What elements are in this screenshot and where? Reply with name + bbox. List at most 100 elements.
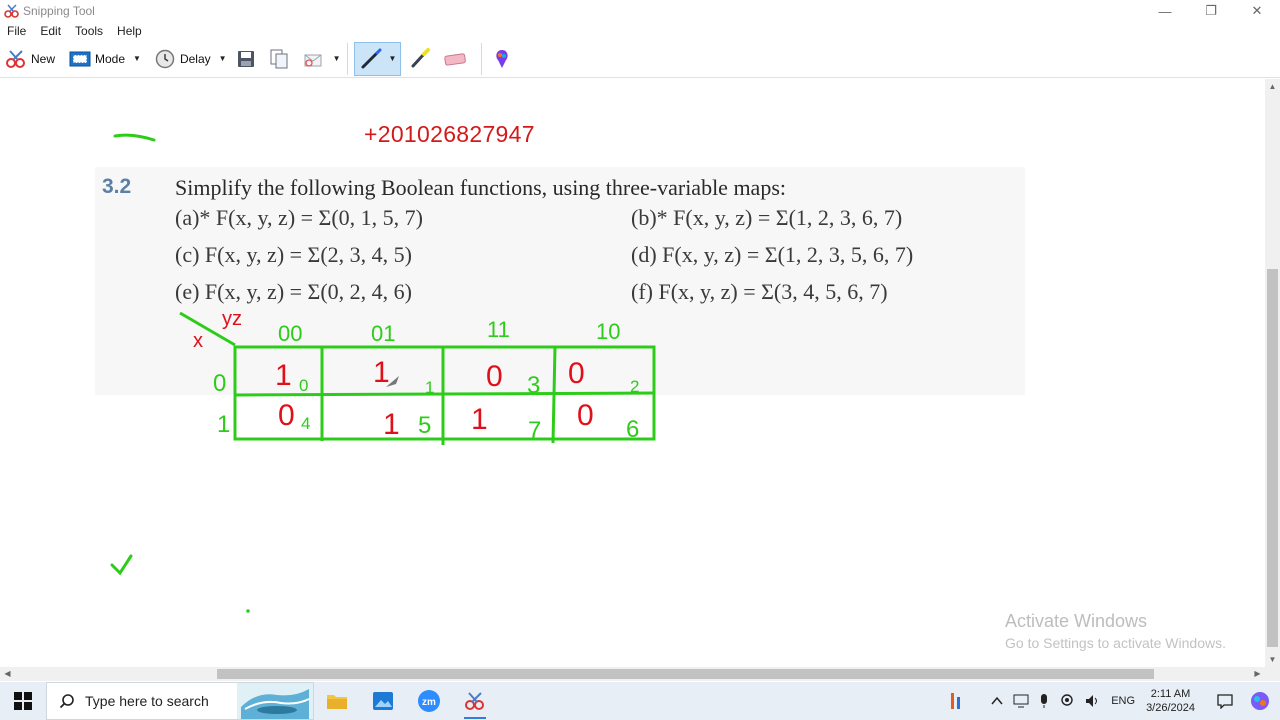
- taskbar-search-box[interactable]: Type here to search: [46, 682, 314, 720]
- folder-icon: [327, 695, 347, 709]
- mode-dropdown-icon[interactable]: ▼: [133, 54, 141, 63]
- clock-date: 3/26/2024: [1146, 702, 1195, 714]
- window-controls: — ❐ ✕: [1142, 0, 1280, 22]
- vertical-scroll-thumb[interactable]: [1267, 269, 1278, 647]
- menu-tools[interactable]: Tools: [68, 22, 110, 40]
- start-button[interactable]: [0, 682, 46, 720]
- show-hidden-icons-chevron-icon[interactable]: [991, 696, 1003, 706]
- scrollbar-corner: [1265, 667, 1280, 681]
- send-dropdown-icon[interactable]: ▼: [333, 54, 341, 63]
- kmap-cell-value: 0: [486, 360, 503, 393]
- scroll-right-icon[interactable]: ▶: [1250, 667, 1265, 681]
- restore-button[interactable]: ❐: [1188, 0, 1234, 22]
- paint3d-button[interactable]: [492, 44, 512, 74]
- taskbar: Type here to search zm ENG 2:11 AM 3/26/…: [0, 682, 1280, 720]
- mode-button[interactable]: Mode ▼: [69, 44, 141, 74]
- kmap-minterm: 6: [626, 416, 639, 443]
- taskbar-file-explorer[interactable]: [314, 682, 360, 720]
- close-button[interactable]: ✕: [1234, 0, 1280, 22]
- highlighter-button[interactable]: [409, 44, 431, 74]
- kmap-col-header: 00: [278, 321, 302, 346]
- copilot-icon[interactable]: [1250, 691, 1270, 711]
- clock-time: 2:11 AM: [1150, 688, 1191, 700]
- menu-edit[interactable]: Edit: [33, 22, 68, 40]
- kmap-cell-value: 0: [577, 399, 594, 432]
- taskbar-photos[interactable]: [360, 682, 406, 720]
- taskbar-zoom[interactable]: zm: [406, 682, 452, 720]
- kmap-col-header: 01: [371, 321, 395, 346]
- network-icon[interactable]: [1013, 694, 1029, 708]
- tray-app-icon[interactable]: [948, 691, 964, 711]
- keyboard-language[interactable]: ENG: [1111, 695, 1135, 707]
- kmap-row-var: x: [193, 330, 203, 352]
- kmap-cell-value: 1: [373, 356, 390, 389]
- kmap-col-header: 10: [596, 319, 620, 344]
- delay-dropdown-icon[interactable]: ▼: [219, 54, 227, 63]
- rectangle-mode-icon: [69, 51, 91, 66]
- desktop-screen: Snipping Tool — ❐ ✕ File Edit Tools Help…: [0, 0, 1280, 720]
- horizontal-scroll-thumb[interactable]: [217, 669, 1154, 679]
- snip-canvas[interactable]: +201026827947 3.2 Simplify the following…: [0, 79, 1265, 667]
- clock-icon: [155, 49, 175, 68]
- eraser-icon: [444, 52, 467, 66]
- window-title: Snipping Tool: [23, 4, 95, 18]
- kmap-cell-value: 1: [471, 403, 488, 436]
- activate-windows-title: Activate Windows: [1005, 611, 1148, 631]
- horizontal-scrollbar[interactable]: ◀ ▶: [0, 667, 1265, 681]
- activate-windows-subtitle: Go to Settings to activate Windows.: [1005, 635, 1226, 651]
- menu-help[interactable]: Help: [110, 22, 149, 40]
- kmap-cell-value: 0: [568, 357, 585, 390]
- kmap-minterm: 3: [527, 372, 540, 399]
- vertical-scrollbar[interactable]: ▲ ▼: [1265, 79, 1280, 667]
- kmap-row-header: 1: [217, 411, 230, 438]
- pen-button[interactable]: ▼: [353, 41, 402, 76]
- zoom-icon: zm: [418, 690, 440, 712]
- kmap-cell-value: 1: [275, 359, 292, 392]
- scroll-left-icon[interactable]: ◀: [0, 667, 15, 681]
- delay-label: Delay: [179, 51, 211, 66]
- minimize-button[interactable]: —: [1142, 0, 1188, 22]
- eraser-button[interactable]: [443, 44, 467, 74]
- save-icon: [237, 50, 254, 67]
- microphone-icon[interactable]: [1039, 693, 1049, 709]
- kmap-cell-value: 0: [278, 399, 295, 432]
- pen-icon: [361, 48, 381, 68]
- webcam-icon[interactable]: [1059, 693, 1075, 709]
- search-icon: [59, 694, 74, 709]
- taskbar-snipping-tool[interactable]: [452, 682, 498, 720]
- copy-button[interactable]: [269, 44, 289, 74]
- photos-icon: [373, 692, 393, 710]
- toolbar: New Mode ▼ Delay ▼ ▼ ▼: [0, 40, 1280, 78]
- scissors-icon: [4, 4, 19, 18]
- search-placeholder: Type here to search: [85, 693, 209, 709]
- search-highlight-icon: [237, 683, 313, 719]
- kmap-minterm: 4: [301, 414, 310, 433]
- kmap-minterm: 5: [418, 412, 431, 439]
- delay-button[interactable]: Delay ▼: [155, 44, 227, 74]
- clock[interactable]: 2:11 AM 3/26/2024: [1146, 687, 1195, 715]
- send-snip-button[interactable]: ▼: [303, 44, 341, 74]
- kmap-drawing: yz x 00 01 11 10 0 1 1 1 0 0 0 1 1 0 0 1…: [179, 308, 656, 445]
- pen-dropdown-icon[interactable]: ▼: [389, 54, 397, 63]
- save-button[interactable]: [237, 44, 255, 74]
- send-mail-icon: [304, 54, 322, 67]
- toolbar-separator-2: [481, 42, 483, 75]
- menu-file[interactable]: File: [0, 22, 33, 40]
- new-button[interactable]: New: [4, 44, 55, 74]
- kmap-cell-value: 1: [383, 408, 400, 441]
- kmap-minterm: 7: [528, 417, 541, 444]
- volume-icon[interactable]: [1085, 694, 1101, 708]
- new-snip-icon: [6, 49, 25, 68]
- menu-bar: File Edit Tools Help: [0, 22, 149, 40]
- scroll-down-icon[interactable]: ▼: [1265, 652, 1280, 667]
- toolbar-separator: [346, 42, 348, 75]
- mode-label: Mode: [95, 51, 126, 66]
- notifications-icon[interactable]: [1217, 693, 1233, 709]
- windows-logo-icon: [14, 692, 32, 710]
- highlighter-icon: [411, 47, 431, 67]
- svg-text:zm: zm: [422, 697, 436, 708]
- paint3d-icon: [496, 49, 509, 68]
- scroll-up-icon[interactable]: ▲: [1265, 79, 1280, 94]
- kmap-row-header: 0: [213, 370, 226, 397]
- kmap-minterm: 0: [299, 376, 308, 395]
